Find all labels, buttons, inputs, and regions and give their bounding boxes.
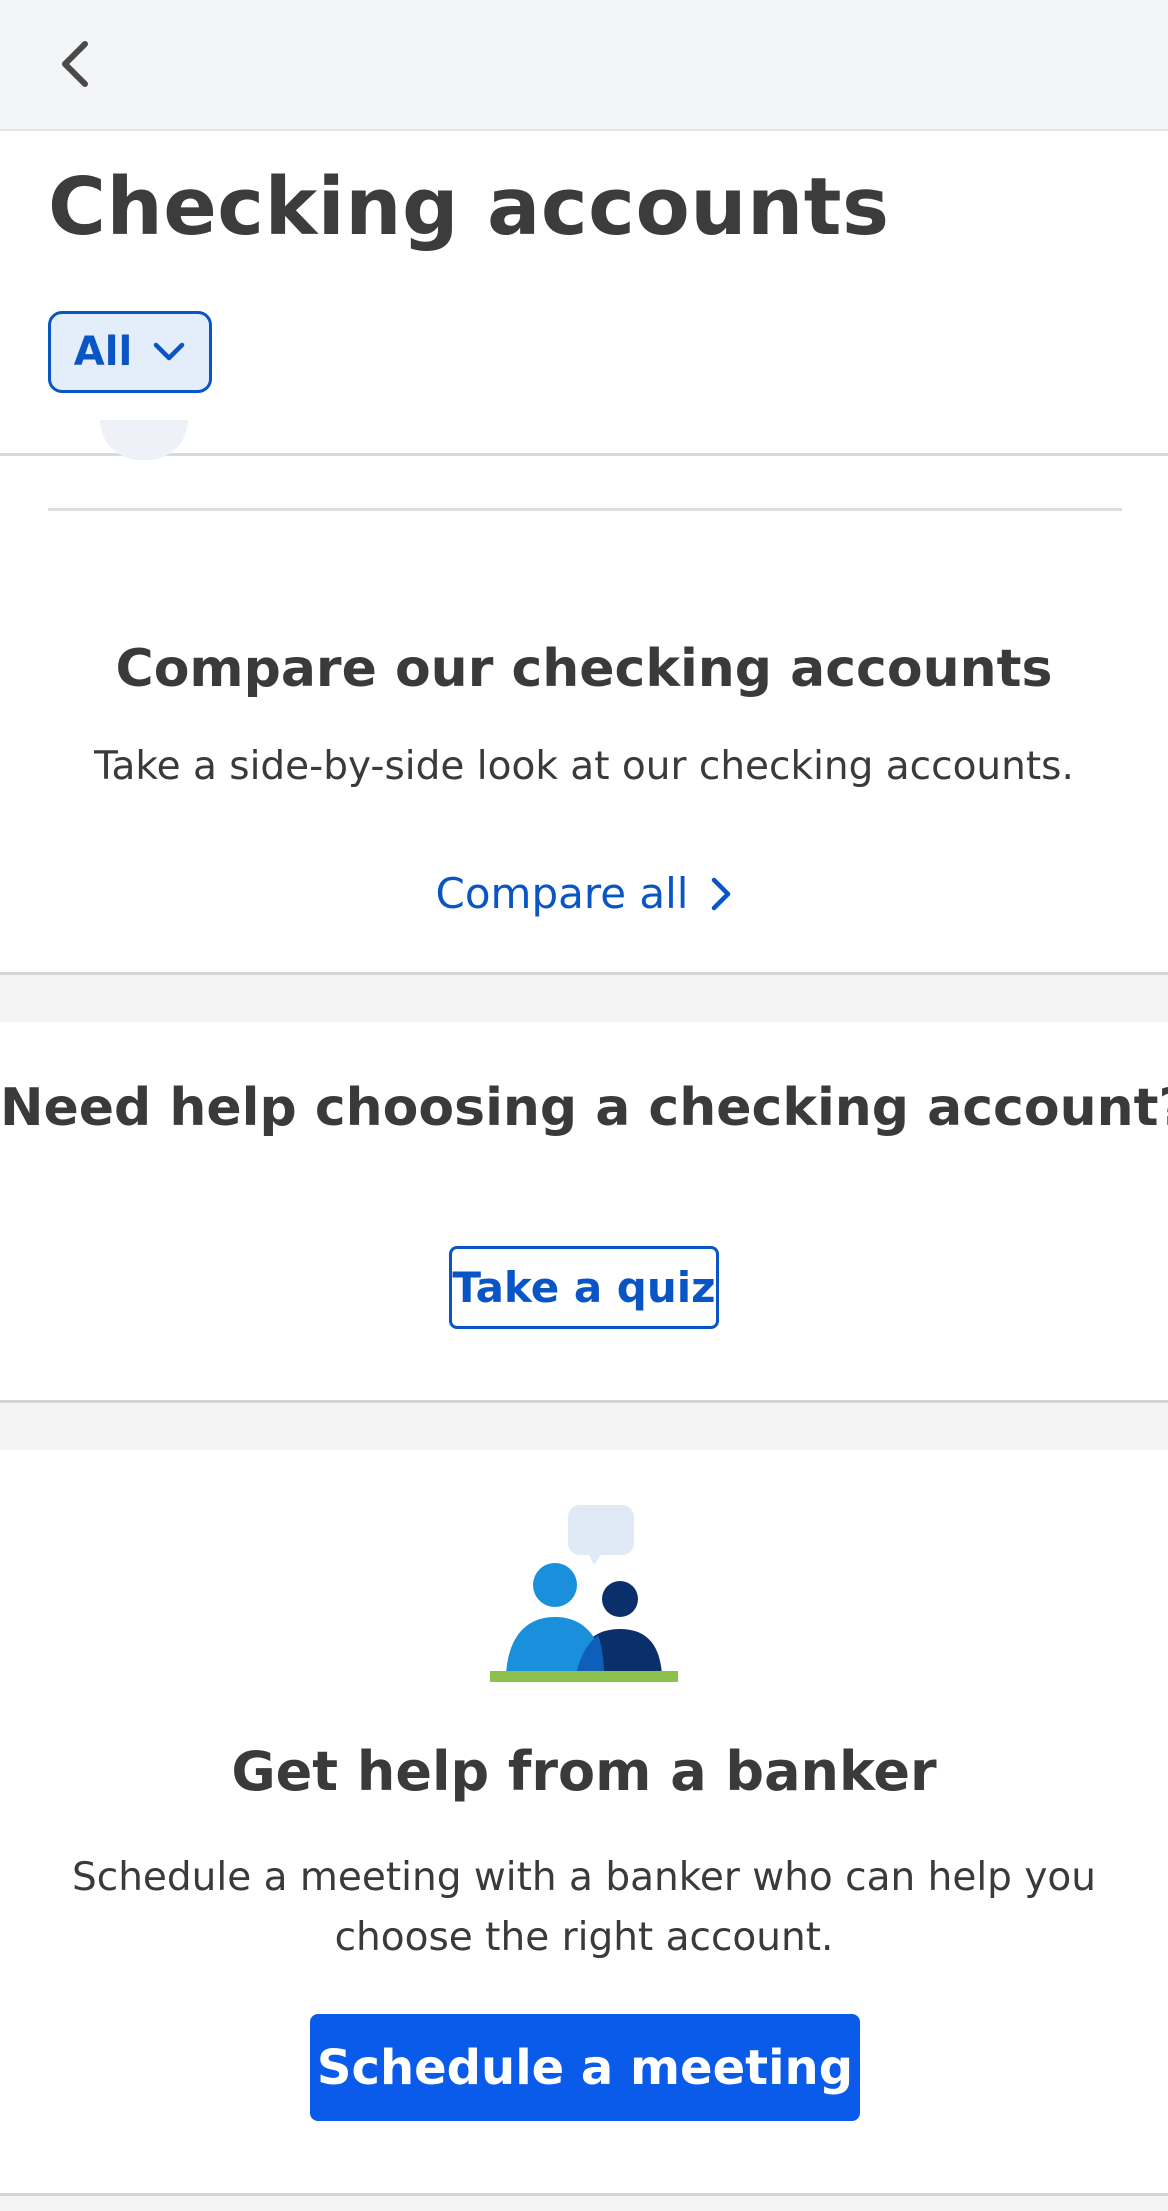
quiz-section: Need help choosing a checking account? T… — [0, 1022, 1168, 1403]
compare-description: Take a side-by-side look at our checking… — [94, 744, 1074, 789]
chevron-right-icon — [712, 877, 731, 910]
compare-section: Compare our checking accounts Take a sid… — [0, 511, 1168, 975]
top-bar — [0, 0, 1168, 131]
chevron-down-icon — [153, 342, 185, 361]
section-gap — [0, 975, 1168, 1022]
chevron-left-icon — [62, 41, 88, 87]
account-filter-dropdown[interactable]: All — [48, 311, 212, 393]
schedule-meeting-button[interactable]: Schedule a meeting — [310, 2014, 860, 2121]
banker-title: Get help from a banker — [231, 1740, 937, 1803]
page-header: Checking accounts All — [0, 131, 1168, 456]
page-title: Checking accounts — [48, 161, 890, 253]
banker-section: Get help from a banker Schedule a meetin… — [0, 1450, 1168, 2196]
people-chat-illustration — [490, 1505, 678, 1682]
take-quiz-button[interactable]: Take a quiz — [449, 1246, 719, 1329]
compare-all-label: Compare all — [435, 869, 689, 918]
footer-gap — [0, 2196, 1168, 2211]
compare-all-link[interactable]: Compare all — [0, 869, 1168, 918]
filter-selected-value: All — [73, 329, 133, 375]
section-gap — [0, 1403, 1168, 1450]
back-button[interactable] — [40, 26, 110, 102]
banker-description: Schedule a meeting with a banker who can… — [72, 1855, 1096, 1960]
compare-title: Compare our checking accounts — [115, 639, 1053, 699]
quiz-title: Need help choosing a checking account? — [0, 1078, 1168, 1138]
